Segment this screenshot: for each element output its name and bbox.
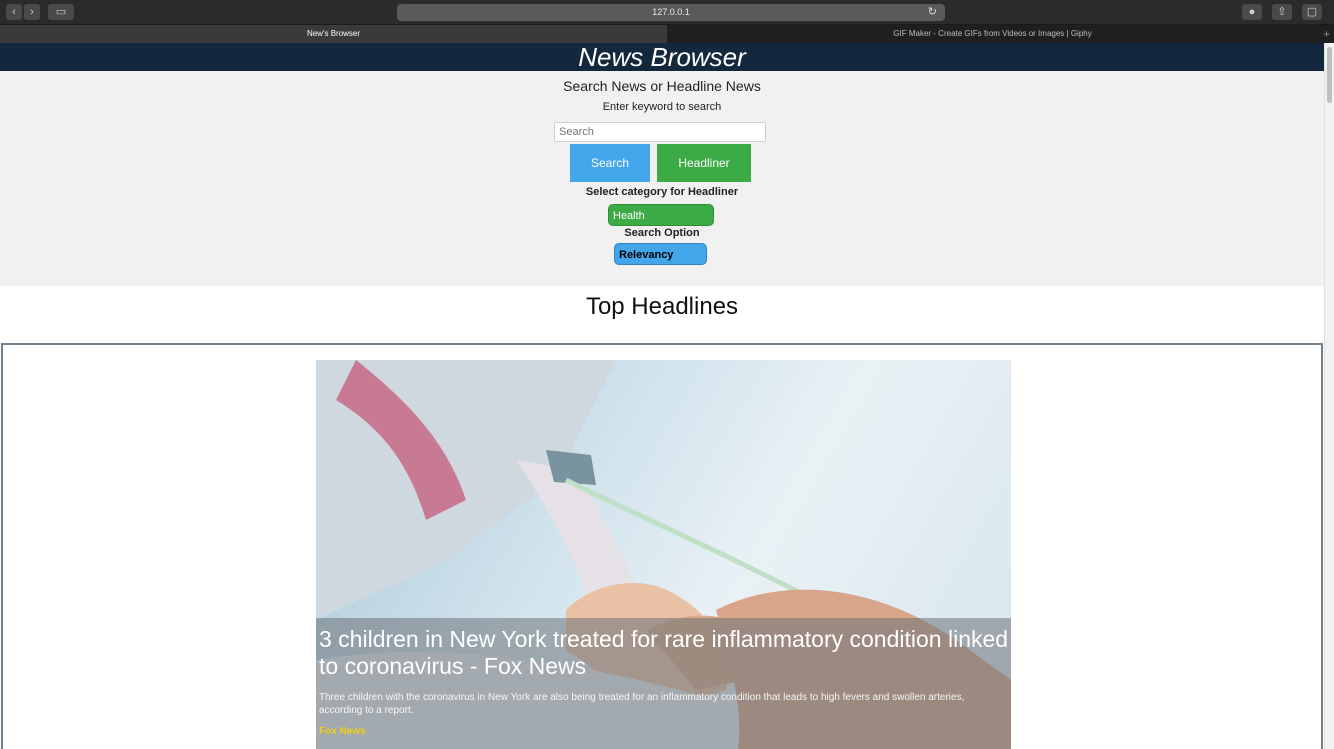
top-headlines-title: Top Headlines (585, 293, 739, 320)
page-scrollbar[interactable] (1324, 43, 1334, 749)
tab-strip: New's Browser GIF Maker - Create GIFs fr… (0, 25, 1334, 43)
site-title: News Browser (0, 43, 1324, 71)
share-icon: ⇧ (1277, 6, 1287, 18)
category-select[interactable]: Health (608, 204, 714, 226)
share-button[interactable]: ⇧ (1272, 4, 1292, 20)
tabs-overview-icon: ▢ (1306, 6, 1318, 18)
url-text: 127.0.0.1 (652, 7, 690, 17)
sidebar-button[interactable]: ▭ (48, 4, 74, 20)
headlines-container: 3 children in New York treated for rare … (1, 343, 1323, 749)
search-panel: Search News or Headline News Enter keywo… (0, 71, 1324, 286)
headliner-button[interactable]: Headliner (657, 144, 751, 182)
tab-title: GIF Maker - Create GIFs from Videos or I… (893, 29, 1092, 38)
tab-title: New's Browser (306, 29, 361, 38)
scrollbar-thumb[interactable] (1327, 47, 1332, 103)
download-icon: ● (1248, 6, 1256, 18)
tab-news-browser[interactable]: New's Browser (0, 25, 667, 43)
forward-button[interactable]: › (24, 4, 40, 20)
section-title: Search News or Headline News (563, 78, 761, 94)
search-input[interactable] (554, 122, 766, 142)
browser-toolbar: ‹ › ▭ 127.0.0.1 ↻ ● ⇧ ▢ (0, 0, 1334, 25)
category-label: Select category for Headliner (585, 186, 739, 198)
article-title[interactable]: 3 children in New York treated for rare … (319, 626, 1009, 680)
article-source: Fox News (319, 726, 366, 737)
keyword-prompt: Enter keyword to search (602, 101, 722, 113)
tab-giphy[interactable]: GIF Maker - Create GIFs from Videos or I… (667, 25, 1318, 43)
search-option-label: Search Option (624, 227, 700, 239)
reload-icon[interactable]: ↻ (928, 4, 937, 21)
tabs-overview-button[interactable]: ▢ (1302, 4, 1322, 20)
sidebar-icon: ▭ (55, 6, 67, 18)
chevron-left-icon: ‹ (12, 6, 16, 18)
article-description: Three children with the coronavirus in N… (319, 692, 965, 716)
article-card[interactable]: 3 children in New York treated for rare … (316, 360, 1011, 749)
address-bar[interactable]: 127.0.0.1 ↻ (397, 4, 945, 21)
plus-icon[interactable]: + (1323, 25, 1330, 43)
search-button[interactable]: Search (570, 144, 650, 182)
download-button[interactable]: ● (1242, 4, 1262, 20)
back-button[interactable]: ‹ (6, 4, 22, 20)
chevron-right-icon: › (30, 6, 34, 18)
search-option-select[interactable]: Relevancy (614, 243, 707, 265)
page-content: News Browser Search News or Headline New… (0, 43, 1324, 749)
